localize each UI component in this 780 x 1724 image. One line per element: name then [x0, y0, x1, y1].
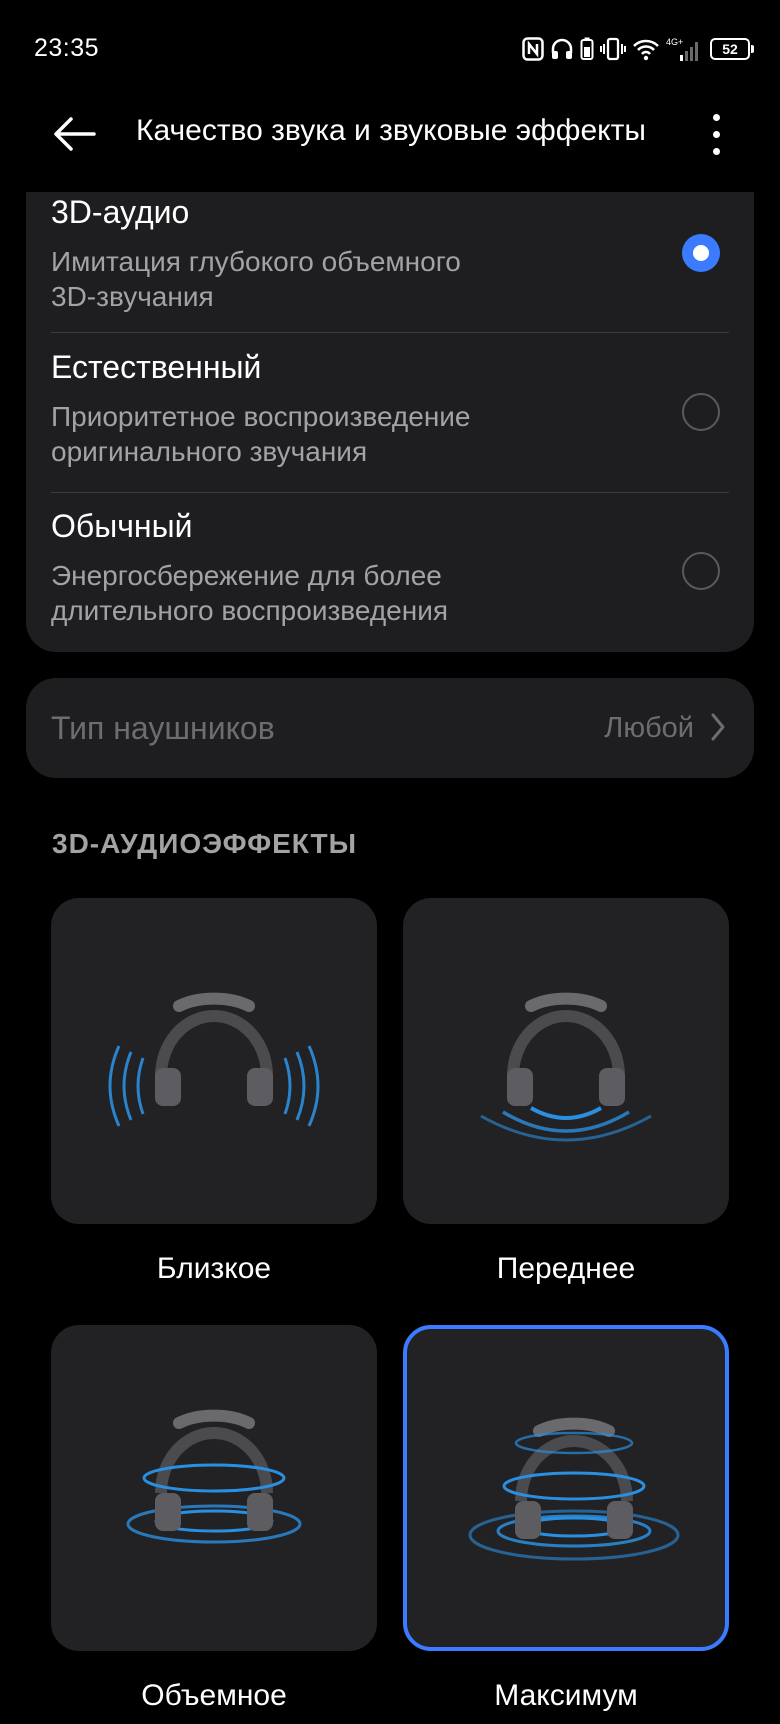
radio-unselected[interactable] [682, 552, 720, 590]
effect-label: Максимум [494, 1679, 638, 1712]
headphones-surround-icon [126, 1409, 302, 1544]
section-heading: 3D-АУДИОЭФФЕКТЫ [52, 828, 358, 859]
arrow-left-icon [54, 117, 96, 151]
headphones-max-icon [468, 1417, 680, 1561]
device-battery-icon [580, 37, 594, 60]
mode-description-line: 3D-звучания [51, 281, 214, 312]
chevron-right-icon [711, 713, 725, 741]
radio-unselected[interactable] [682, 393, 720, 431]
status-icons: 4G+ 52 [522, 34, 754, 64]
back-button[interactable] [44, 104, 104, 164]
mode-option-normal[interactable]: Обычный Энергосбережение для более длите… [26, 493, 754, 652]
signal-icon: 4G+ [666, 37, 698, 61]
more-dot-icon [712, 147, 720, 155]
more-dot-icon [712, 130, 720, 138]
more-options-button[interactable] [698, 104, 734, 164]
headphone-type-row[interactable]: Тип наушников Любой [26, 678, 754, 778]
effect-label: Переднее [496, 1252, 636, 1285]
vibrate-icon [600, 37, 626, 61]
nfc-icon [522, 37, 544, 61]
mode-description-line: оригинального звучания [51, 436, 368, 467]
more-dot-icon [712, 113, 720, 121]
page-title: Качество звука и звуковые эффекты [136, 114, 646, 147]
mode-option-3d[interactable]: 3D-аудио Имитация глубокого объемного 3D… [26, 192, 754, 332]
mode-description-line: Энергосбережение для более [51, 560, 442, 591]
headphone-type-label: Тип наушников [51, 710, 275, 746]
effect-label: Близкое [156, 1252, 272, 1285]
effect-label: Объемное [141, 1679, 287, 1712]
headphones-near-icon [108, 992, 320, 1127]
status-time: 23:35 [34, 34, 100, 62]
headphones-front-icon [480, 992, 652, 1142]
effect-tile-surround[interactable] [51, 1325, 377, 1651]
headset-icon [551, 38, 573, 59]
mode-description: Имитация глубокого объемного 3D-звучания [51, 244, 571, 314]
mode-description: Энергосбережение для более длительного в… [51, 558, 571, 628]
headphone-type-value: Любой [604, 712, 694, 744]
mode-description-line: Имитация глубокого объемного [51, 246, 461, 277]
mode-description-line: Приоритетное воспроизведение [51, 401, 471, 432]
mode-title: 3D-аудио [51, 194, 190, 230]
battery-indicator: 52 [710, 38, 754, 60]
effect-tile-max[interactable] [403, 1325, 729, 1651]
network-type-label: 4G+ [666, 37, 683, 47]
audio-mode-card: 3D-аудио Имитация глубокого объемного 3D… [26, 192, 754, 652]
mode-description-line: длительного воспроизведения [51, 595, 448, 626]
mode-title: Обычный [51, 508, 193, 544]
effect-tile-near[interactable] [51, 898, 377, 1224]
effect-tile-front[interactable] [403, 898, 729, 1224]
wifi-icon [633, 39, 659, 61]
mode-description: Приоритетное воспроизведение оригинально… [51, 399, 571, 469]
radio-selected[interactable] [682, 234, 720, 272]
mode-option-natural[interactable]: Естественный Приоритетное воспроизведени… [26, 333, 754, 492]
mode-title: Естественный [51, 349, 262, 385]
